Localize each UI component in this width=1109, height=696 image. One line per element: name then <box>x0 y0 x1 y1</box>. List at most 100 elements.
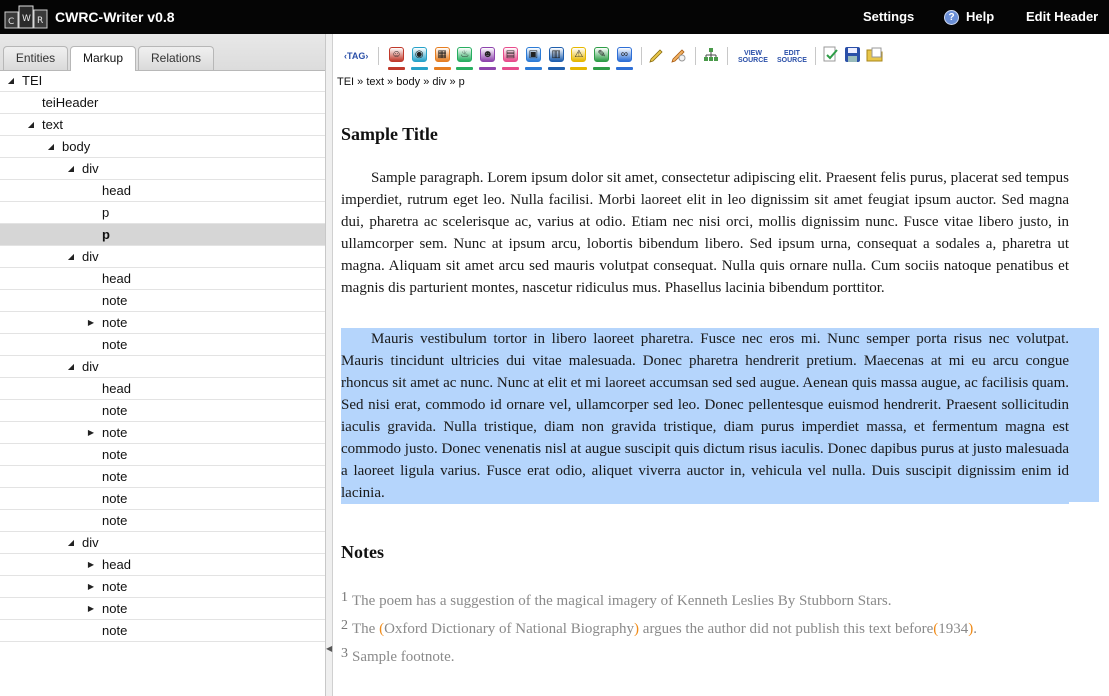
expanded-triangle-icon[interactable]: ◢ <box>26 114 36 136</box>
tree-node-text[interactable]: ◢ text <box>0 114 325 136</box>
tree-node-label: text <box>42 117 63 132</box>
tree-node-label: head <box>102 557 131 572</box>
app-title: CWRC-Writer v0.8 <box>55 9 175 25</box>
tree-node-label: div <box>82 535 99 550</box>
tag-color-bar <box>570 67 588 70</box>
tag-glyph: ▤ <box>503 47 518 62</box>
tag-color-bar <box>456 67 474 70</box>
link-tag-icon[interactable]: ∞ <box>616 46 633 70</box>
tree-node-body[interactable]: ◢ body <box>0 136 325 158</box>
tag-glyph: ∞ <box>617 47 632 62</box>
expanded-triangle-icon[interactable]: ◢ <box>66 356 76 378</box>
validate-document-icon[interactable] <box>822 46 839 63</box>
collapsed-triangle-icon[interactable]: ▶ <box>86 554 96 576</box>
correction-tag-icon[interactable]: ⚠ <box>570 46 588 70</box>
person-tag-icon[interactable]: ☺ <box>388 46 405 70</box>
structure-tree-icon[interactable] <box>702 46 719 63</box>
tag-button[interactable]: ‹TAG› <box>344 51 368 61</box>
tree-node-p[interactable]: p <box>0 202 325 224</box>
tree-node-head[interactable]: ▶ head <box>0 554 325 576</box>
keyword-tag-icon[interactable]: ✎ <box>593 46 611 70</box>
expanded-triangle-icon[interactable]: ◢ <box>66 246 76 268</box>
organization-tag-icon[interactable]: ☻ <box>479 46 497 70</box>
tree-node-label: note <box>102 425 128 440</box>
note-text-pre: The <box>352 621 380 637</box>
tree-node-note[interactable]: note <box>0 620 325 642</box>
collapsed-triangle-icon[interactable]: ▶ <box>86 576 96 598</box>
tag-glyph: ☺ <box>389 47 404 62</box>
tree-node-note[interactable]: ▶ note <box>0 598 325 620</box>
note-1[interactable]: 1 The poem has a suggestion of the magica… <box>341 590 891 610</box>
remove-tag-icon[interactable] <box>670 46 687 63</box>
tree-node-head[interactable]: head <box>0 180 325 202</box>
edit-source-button[interactable]: EDIT SOURCE <box>776 50 808 64</box>
note-2[interactable]: 2 The (Oxford Dictionary of National Biog… <box>341 618 977 638</box>
tree-node-note[interactable]: ▶ note <box>0 422 325 444</box>
save-icon[interactable] <box>844 46 861 63</box>
tree-node-head[interactable]: head <box>0 378 325 400</box>
tree-node-note[interactable]: note <box>0 290 325 312</box>
tree-node-TEI[interactable]: ◢ TEI <box>0 70 325 92</box>
page-title[interactable]: Sample Title <box>341 124 1099 148</box>
tag-color-bar <box>433 67 451 70</box>
tab-relations[interactable]: Relations <box>138 46 214 70</box>
help-link[interactable]: ? Help <box>944 9 994 25</box>
tree-node-label: note <box>102 601 128 616</box>
tree-node-div[interactable]: ◢ div <box>0 532 325 554</box>
tree-node-p[interactable]: p <box>0 224 325 246</box>
tree-node-note[interactable]: note <box>0 488 325 510</box>
tree-node-label: p <box>102 227 110 242</box>
tree-node-teiHeader[interactable]: teiHeader <box>0 92 325 114</box>
place-tag-icon[interactable]: ◉ <box>410 46 428 70</box>
markup-tree: ◢ TEI teiHeader ◢ text ◢ body ◢ div head p p ◢ div hea… <box>0 70 325 642</box>
settings-link[interactable]: Settings <box>863 9 914 24</box>
editor-area: ‹TAG› VIEW SOURCE EDIT SOURCE ☺ ◉ ▦ ♨ ☻ ▤ ▣ ▥ ⚠ ✎… <box>333 34 1109 696</box>
tree-node-div[interactable]: ◢ div <box>0 246 325 268</box>
tree-node-label: teiHeader <box>42 95 99 110</box>
collapse-arrow-icon[interactable]: ◀ <box>326 644 332 653</box>
citation-tag-icon[interactable]: ▤ <box>502 46 519 70</box>
expanded-triangle-icon[interactable]: ◢ <box>66 532 76 554</box>
expanded-triangle-icon[interactable]: ◢ <box>66 158 76 180</box>
collapsed-triangle-icon[interactable]: ▶ <box>86 598 96 620</box>
tree-node-note[interactable]: note <box>0 510 325 532</box>
paragraph-1[interactable]: Sample paragraph. Lorem ipsum dolor sit … <box>341 167 1069 299</box>
tree-node-label: head <box>102 183 131 198</box>
tag-glyph: ▥ <box>548 47 564 62</box>
collapsed-triangle-icon[interactable]: ▶ <box>86 422 96 444</box>
panel-splitter[interactable]: ◀ <box>326 34 333 696</box>
breadcrumb: TEI » text » body » div » p <box>337 76 465 88</box>
title-tag-icon[interactable]: ▥ <box>547 46 565 70</box>
tree-node-head[interactable]: head <box>0 268 325 290</box>
open-folder-icon[interactable] <box>866 46 883 63</box>
collapsed-triangle-icon[interactable]: ▶ <box>86 312 96 334</box>
tree-node-note[interactable]: note <box>0 466 325 488</box>
note-tag-icon[interactable]: ▣ <box>524 46 542 70</box>
toolbar-separator <box>378 47 379 65</box>
tree-node-note[interactable]: ▶ note <box>0 576 325 598</box>
tag-glyph: ▦ <box>434 47 450 62</box>
tree-node-note[interactable]: note <box>0 400 325 422</box>
event-tag-icon[interactable]: ♨ <box>456 46 474 70</box>
paragraph-2-selected[interactable]: Mauris vestibulum tortor in libero laore… <box>341 328 1069 504</box>
toolbar-separator <box>815 47 816 65</box>
tab-markup[interactable]: Markup <box>70 46 136 71</box>
date-tag-icon[interactable]: ▦ <box>433 46 451 70</box>
expanded-triangle-icon[interactable]: ◢ <box>46 136 56 158</box>
validate-tag-icon[interactable] <box>648 46 665 63</box>
note-entity-date[interactable]: 1934 <box>938 621 968 637</box>
view-source-button[interactable]: VIEW SOURCE <box>737 50 769 64</box>
tree-node-label: note <box>102 293 128 308</box>
document-body[interactable]: Sample Title Sample paragraph. Lorem ips… <box>341 104 1099 665</box>
tree-node-label: div <box>82 359 99 374</box>
note-3[interactable]: 3 Sample footnote. <box>341 646 454 666</box>
tree-node-note[interactable]: ▶ note <box>0 312 325 334</box>
tree-node-div[interactable]: ◢ div <box>0 158 325 180</box>
tree-node-note[interactable]: note <box>0 334 325 356</box>
edit-header-link[interactable]: Edit Header <box>1026 9 1098 24</box>
note-entity-title[interactable]: Oxford Dictionary of National Biography <box>384 621 634 637</box>
tree-node-note[interactable]: note <box>0 444 325 466</box>
expanded-triangle-icon[interactable]: ◢ <box>6 70 16 92</box>
tree-node-div[interactable]: ◢ div <box>0 356 325 378</box>
tab-entities[interactable]: Entities <box>3 46 68 70</box>
